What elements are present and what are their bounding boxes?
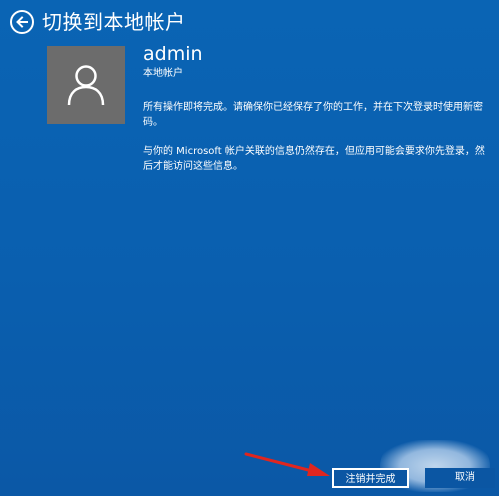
- message-body: 所有操作即将完成。请确保你已经保存了你的工作，并在下次登录时使用新密码。 与你的…: [143, 100, 488, 174]
- avatar: [47, 46, 125, 124]
- cancel-button[interactable]: 取消: [425, 468, 495, 488]
- back-button[interactable]: [10, 10, 34, 34]
- user-avatar-icon: [67, 65, 105, 106]
- annotation-arrow-icon: [244, 452, 330, 476]
- message-paragraph-1: 所有操作即将完成。请确保你已经保存了你的工作，并在下次登录时使用新密码。: [143, 102, 483, 128]
- page-header: 切换到本地帐户: [10, 8, 186, 36]
- page-title: 切换到本地帐户: [42, 10, 186, 34]
- signout-finish-button[interactable]: 注销并完成: [332, 468, 409, 488]
- back-arrow-icon: [16, 16, 28, 28]
- message-paragraph-2: 与你的 Microsoft 帐户关联的信息仍然存在，但应用可能会要求你先登录，然…: [143, 146, 485, 172]
- account-info: admin 本地帐户 所有操作即将完成。请确保你已经保存了你的工作，并在下次登录…: [143, 42, 488, 188]
- account-type: 本地帐户: [143, 68, 183, 79]
- user-name: admin: [143, 43, 203, 65]
